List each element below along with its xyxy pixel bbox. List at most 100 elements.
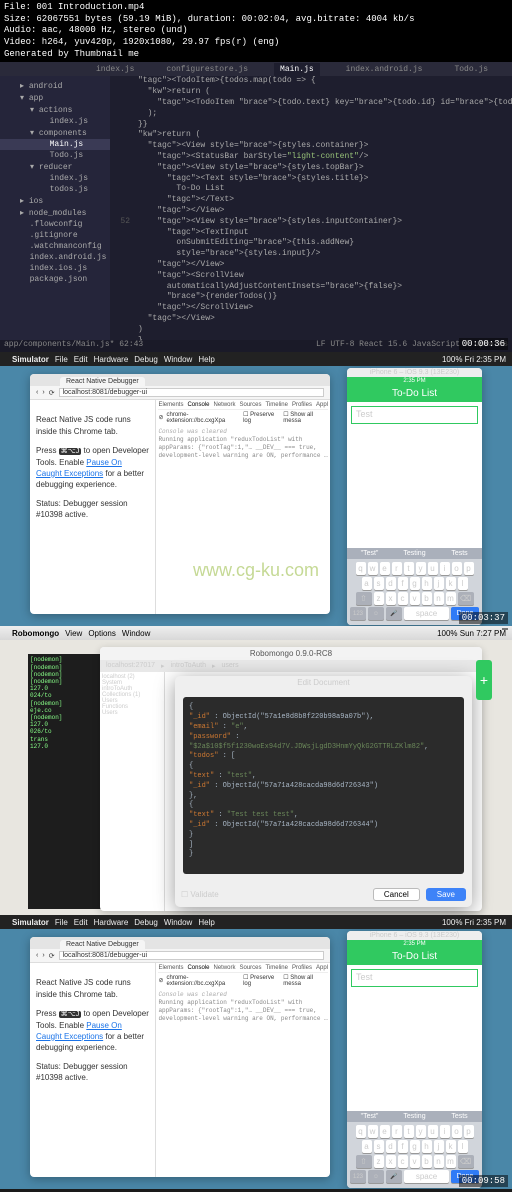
reload-icon[interactable]: ⟳ — [49, 389, 55, 397]
menu-item[interactable]: Window — [164, 918, 192, 927]
space-key[interactable]: space — [404, 607, 449, 620]
keyboard-key[interactable]: b — [422, 1155, 432, 1168]
keyboard-key[interactable]: e — [380, 562, 390, 575]
menubar-app[interactable]: Simulator — [12, 918, 49, 927]
chrome-toolbar[interactable]: ‹ › ⟳ localhost:8081/debugger-ui — [30, 386, 330, 400]
menubar-app[interactable]: Simulator — [12, 355, 49, 364]
menu-item[interactable]: Options — [88, 629, 116, 638]
suggestion[interactable]: Tests — [437, 1111, 482, 1122]
breadcrumb[interactable]: users — [222, 662, 239, 670]
devtools-tab[interactable]: Console — [187, 965, 209, 971]
keyboard-key[interactable]: b — [422, 592, 432, 605]
keyboard-key[interactable]: f — [398, 1140, 408, 1153]
suggestion[interactable]: "Test" — [347, 1111, 392, 1122]
ban-icon[interactable]: ⊘ — [158, 977, 163, 984]
keyboard-key[interactable]: r — [392, 1125, 402, 1138]
suggestion[interactable]: Testing — [392, 548, 437, 559]
keyboard-key[interactable]: l — [458, 1140, 468, 1153]
keyboard-key[interactable]: a — [362, 577, 372, 590]
todo-input[interactable]: Test — [351, 406, 478, 424]
editor-tab[interactable]: Todo.js — [448, 63, 494, 76]
menu-item[interactable]: Debug — [134, 355, 158, 364]
folder-item[interactable]: actions — [0, 104, 110, 116]
shift-key[interactable]: ⇧ — [356, 1155, 372, 1168]
address-bar[interactable]: localhost:8081/debugger-ui — [59, 388, 324, 397]
keyboard-key[interactable]: p — [464, 562, 474, 575]
devtools-tabs[interactable]: Elements Console Network Sources Timelin… — [158, 402, 328, 410]
chrome-tab[interactable]: React Native Debugger — [60, 377, 145, 386]
keyboard-key[interactable]: m — [446, 592, 456, 605]
keyboard-key[interactable]: n — [434, 1155, 444, 1168]
keyboard-key[interactable]: r — [392, 562, 402, 575]
menu-item[interactable]: Help — [198, 355, 214, 364]
cancel-button[interactable]: Cancel — [373, 888, 420, 901]
file-item[interactable]: Main.js — [0, 139, 110, 150]
devtools-tab[interactable]: Sources — [240, 965, 262, 971]
devtools-tab[interactable]: Appl — [316, 965, 328, 971]
devtools-tab[interactable]: Elements — [158, 965, 183, 971]
save-button[interactable]: Save — [426, 888, 466, 901]
console-filter[interactable]: chrome-extension://bc.cxgXpa — [166, 975, 240, 987]
folder-item[interactable]: node_modules — [0, 207, 110, 219]
menu-item[interactable]: Window — [164, 355, 192, 364]
keyboard-key[interactable]: i — [440, 562, 450, 575]
devtools-tab[interactable]: Network — [213, 402, 235, 408]
keyboard-key[interactable]: o — [452, 562, 462, 575]
keyboard-key[interactable]: j — [434, 1140, 444, 1153]
emoji-key[interactable]: ☺ — [368, 1170, 384, 1183]
keyboard-key[interactable]: e — [380, 1125, 390, 1138]
robomongo-window[interactable]: Robomongo 0.9.0-RC8 localhost:27017 ▸ in… — [100, 647, 482, 911]
chrome-tab[interactable]: React Native Debugger — [60, 940, 145, 949]
chrome-window[interactable]: React Native Debugger ‹ › ⟳ localhost:80… — [30, 374, 330, 614]
ban-icon[interactable]: ⊘ — [158, 414, 163, 421]
shift-key[interactable]: ⇧ — [356, 592, 372, 605]
robomongo-toolbar[interactable]: localhost:27017 ▸ introToAuth ▸ users — [100, 660, 482, 672]
keyboard-key[interactable]: s — [374, 1140, 384, 1153]
keyboard-key[interactable]: d — [386, 577, 396, 590]
file-item[interactable]: .gitignore — [0, 230, 110, 241]
mic-key[interactable]: 🎤 — [386, 1170, 402, 1183]
devtools-tab[interactable]: Profiles — [292, 965, 312, 971]
keyboard-key[interactable]: c — [398, 1155, 408, 1168]
editor-tab-active[interactable]: Main.js — [274, 63, 320, 76]
file-item[interactable]: Todo.js — [0, 150, 110, 161]
back-icon[interactable]: ‹ — [36, 952, 38, 959]
devtools-tab[interactable]: Timeline — [266, 965, 288, 971]
keyboard-key[interactable]: l — [458, 577, 468, 590]
keyboard-key[interactable]: x — [386, 1155, 396, 1168]
file-item[interactable]: index.js — [0, 116, 110, 127]
menu-item[interactable]: Debug — [134, 918, 158, 927]
json-editor[interactable]: { "_id" : ObjectId("57a1e8d8b8f220b98a9a… — [183, 697, 464, 874]
keyboard-key[interactable]: c — [398, 592, 408, 605]
validate-checkbox[interactable]: ☐ Validate — [181, 890, 219, 899]
keyboard-key[interactable]: w — [368, 562, 378, 575]
keyboard-key[interactable]: p — [464, 1125, 474, 1138]
keyboard-key[interactable]: u — [428, 1125, 438, 1138]
keyboard-key[interactable]: y — [416, 562, 426, 575]
keyboard-key[interactable]: v — [410, 1155, 420, 1168]
keyboard-key[interactable]: o — [452, 1125, 462, 1138]
keyboard-key[interactable]: i — [440, 1125, 450, 1138]
code-area[interactable]: "tagc"><TodoItem>{todos.map(todo => { "k… — [110, 62, 512, 352]
file-item[interactable]: index.js — [0, 173, 110, 184]
reload-icon[interactable]: ⟳ — [49, 952, 55, 960]
todo-list-body[interactable] — [347, 991, 482, 1111]
tree-item[interactable]: Users — [102, 710, 162, 716]
keyboard-key[interactable]: q — [356, 562, 366, 575]
devtools-panel[interactable]: Elements Console Network Sources Timelin… — [155, 400, 330, 614]
symbols-key[interactable]: 123 — [350, 607, 366, 620]
keyboard-key[interactable]: v — [410, 592, 420, 605]
keyboard-key[interactable]: h — [422, 1140, 432, 1153]
address-bar[interactable]: localhost:8081/debugger-ui — [59, 951, 324, 960]
file-item[interactable]: index.ios.js — [0, 263, 110, 274]
devtools-tab[interactable]: Console — [187, 402, 209, 408]
connection[interactable]: localhost:27017 — [106, 662, 155, 670]
menu-item[interactable]: File — [55, 355, 68, 364]
preserve-log-checkbox[interactable]: ☐ Preserve log — [243, 411, 280, 424]
keyboard-key[interactable]: j — [434, 577, 444, 590]
menu-item[interactable]: Hardware — [94, 355, 129, 364]
keyboard-key[interactable]: y — [416, 1125, 426, 1138]
keyboard-suggestions[interactable]: "Test" Testing Tests — [347, 548, 482, 559]
keyboard-key[interactable]: g — [410, 1140, 420, 1153]
breadcrumb[interactable]: introToAuth — [171, 662, 206, 670]
